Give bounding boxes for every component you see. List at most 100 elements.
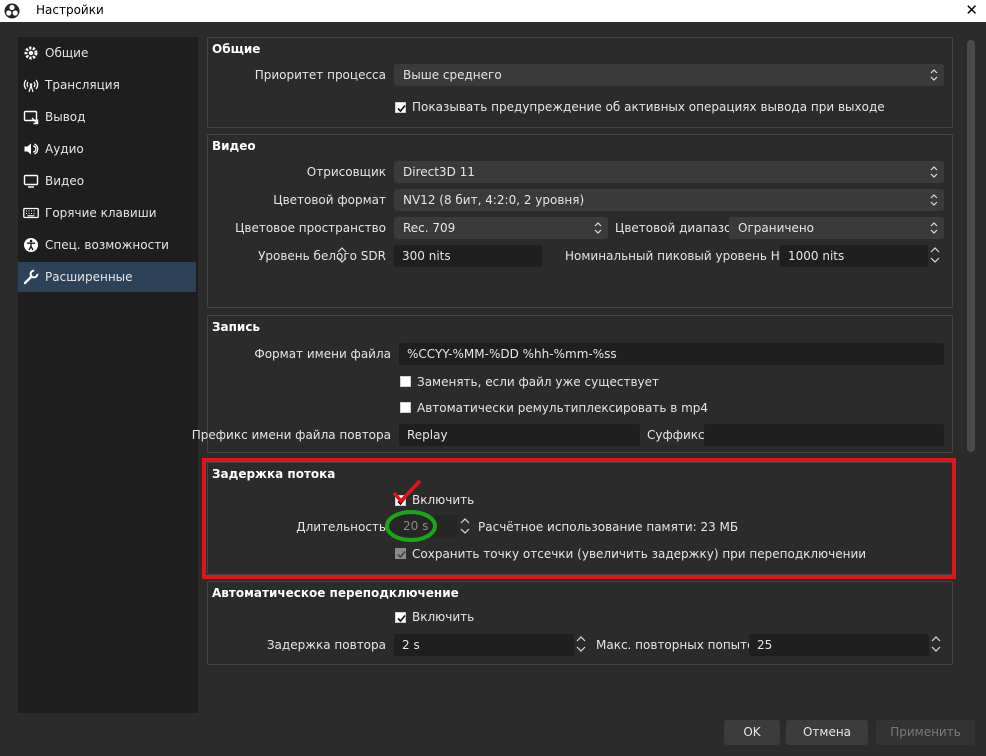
- apply-button[interactable]: Применить: [876, 720, 975, 745]
- color-space-label: Цветовое пространство: [235, 221, 386, 235]
- sdr-white-label: Уровень белого SDR: [258, 249, 386, 263]
- reconnect-enable-checkbox[interactable]: [395, 612, 406, 623]
- hdr-peak-value: 1000 nits: [788, 249, 845, 263]
- monitor-icon: [23, 174, 39, 188]
- spin-arrows-icon[interactable]: [928, 633, 944, 655]
- close-icon[interactable]: ✕: [965, 1, 978, 19]
- check-annotation: [393, 480, 421, 504]
- max-retries-spinbox[interactable]: 25: [749, 634, 929, 656]
- group-video: Видео Отрисовщик Direct3D 11 Цветовой фо…: [207, 134, 953, 308]
- group-recording: Запись Формат имени файла %CCYY-%MM-%DD …: [192, 315, 953, 453]
- filename-format-input[interactable]: %CCYY-%MM-%DD %hh-%mm-%ss: [399, 343, 944, 365]
- accessibility-icon: [24, 238, 38, 252]
- priority-value: Выше среднего: [403, 68, 502, 82]
- color-space-value: Rec. 709: [403, 221, 456, 235]
- sdr-white-spinbox[interactable]: 300 nits: [394, 245, 542, 267]
- sidebar-item-label: Спец. возможности: [45, 238, 169, 252]
- spin-arrows-icon[interactable]: [334, 244, 350, 266]
- window-title: Настройки: [36, 3, 104, 17]
- color-range-value: Ограничено: [738, 221, 815, 235]
- suffix-label: Суффикс: [647, 428, 705, 442]
- settings-sidebar: Общие Трансляция Вывод Аудио Видео Горяч…: [18, 37, 198, 713]
- color-space-select[interactable]: Rec. 709: [394, 217, 608, 239]
- wrench-icon: [23, 269, 39, 285]
- warn-checkbox[interactable]: [395, 102, 406, 113]
- sidebar-item-accessibility[interactable]: Спец. возможности: [18, 230, 196, 260]
- sidebar-item-hotkeys[interactable]: Горячие клавиши: [18, 198, 196, 228]
- scrollbar-thumb[interactable]: [967, 40, 975, 452]
- hdr-peak-label: Номинальный пиковый уровень HDR: [565, 249, 798, 263]
- priority-label: Приоритет процесса: [254, 68, 386, 82]
- group-reconnect: Автоматическое переподключение Включить …: [207, 581, 953, 665]
- sidebar-item-label: Видео: [45, 174, 85, 188]
- filename-format-value: %CCYY-%MM-%DD %hh-%mm-%ss: [407, 347, 617, 361]
- gear-icon: [24, 46, 38, 60]
- sidebar-item-label: Общие: [45, 46, 89, 60]
- replay-prefix-label: Префикс имени файла повтора: [191, 428, 391, 442]
- color-format-value: NV12 (8 бит, 4:2:0, 2 уровня): [403, 193, 585, 207]
- max-retries-label: Макс. повторных попыток: [596, 638, 762, 652]
- remux-checkbox[interactable]: [400, 402, 411, 413]
- cancel-label: Отмена: [802, 725, 852, 739]
- obs-logo-icon: [4, 3, 20, 19]
- sidebar-item-advanced[interactable]: Расширенные: [18, 262, 196, 292]
- sidebar-item-output[interactable]: Вывод: [18, 102, 196, 132]
- group-title: Автоматическое переподключение: [212, 586, 459, 600]
- overwrite-label: Заменять, если файл уже существует: [417, 375, 660, 389]
- keyboard-icon: [23, 207, 39, 219]
- circle-annotation: [385, 510, 437, 542]
- hdr-peak-spinbox[interactable]: 1000 nits: [780, 245, 928, 267]
- replay-prefix-value: Replay: [407, 428, 448, 442]
- sidebar-item-stream[interactable]: Трансляция: [18, 70, 196, 100]
- sidebar-item-label: Вывод: [45, 110, 86, 124]
- sidebar-item-label: Трансляция: [45, 78, 120, 92]
- group-title: Запись: [212, 320, 261, 334]
- color-format-label: Цветовой формат: [273, 193, 386, 207]
- sidebar-item-label: Аудио: [45, 142, 84, 156]
- sidebar-item-general[interactable]: Общие: [18, 38, 196, 68]
- retry-delay-value: 2 s: [402, 638, 420, 652]
- filename-format-label: Формат имени файла: [254, 347, 391, 361]
- retry-delay-label: Задержка повтора: [266, 638, 386, 652]
- sidebar-item-audio[interactable]: Аудио: [18, 134, 196, 164]
- updown-arrows-icon: [930, 222, 938, 234]
- speaker-icon: [24, 143, 39, 155]
- replay-prefix-input[interactable]: Replay: [399, 424, 640, 446]
- sidebar-item-label: Горячие клавиши: [45, 206, 157, 220]
- max-retries-value: 25: [757, 638, 773, 652]
- reconnect-enable-label: Включить: [412, 610, 475, 624]
- group-general: Общие Приоритет процесса Выше среднего П…: [207, 37, 953, 128]
- retry-delay-spinbox[interactable]: 2 s: [394, 634, 574, 656]
- check-icon: [397, 614, 406, 623]
- updown-arrows-icon: [930, 194, 938, 206]
- broadcast-icon: [23, 79, 39, 93]
- renderer-value: Direct3D 11: [403, 165, 475, 179]
- overwrite-checkbox[interactable]: [400, 376, 411, 387]
- output-icon: [23, 110, 39, 125]
- suffix-input[interactable]: [704, 424, 944, 446]
- apply-label: Применить: [890, 725, 961, 739]
- ok-label: OK: [743, 725, 761, 739]
- updown-arrows-icon: [930, 166, 938, 178]
- renderer-label: Отрисовщик: [306, 165, 386, 179]
- color-format-select[interactable]: NV12 (8 бит, 4:2:0, 2 уровня): [394, 189, 944, 211]
- spin-arrows-icon[interactable]: [927, 244, 943, 266]
- group-title: Общие: [212, 42, 261, 56]
- cancel-button[interactable]: Отмена: [786, 720, 868, 745]
- color-range-select[interactable]: Ограничено: [729, 217, 944, 239]
- remux-label: Автоматически ремультиплексировать в mp4: [417, 401, 709, 415]
- ok-button[interactable]: OK: [724, 720, 780, 745]
- sdr-white-value: 300 nits: [402, 249, 451, 263]
- priority-select[interactable]: Выше среднего: [394, 64, 944, 86]
- check-icon: [397, 104, 406, 113]
- sidebar-item-video[interactable]: Видео: [18, 166, 196, 196]
- window-titlebar: Настройки ✕: [0, 0, 986, 22]
- group-title: Видео: [212, 139, 256, 153]
- warn-label: Показывать предупреждение об активных оп…: [412, 100, 885, 114]
- updown-arrows-icon: [594, 222, 602, 234]
- renderer-select[interactable]: Direct3D 11: [394, 161, 944, 183]
- spin-arrows-icon[interactable]: [573, 633, 589, 655]
- sidebar-item-label: Расширенные: [45, 270, 133, 284]
- updown-arrows-icon: [930, 69, 938, 81]
- highlight-box: [202, 458, 956, 579]
